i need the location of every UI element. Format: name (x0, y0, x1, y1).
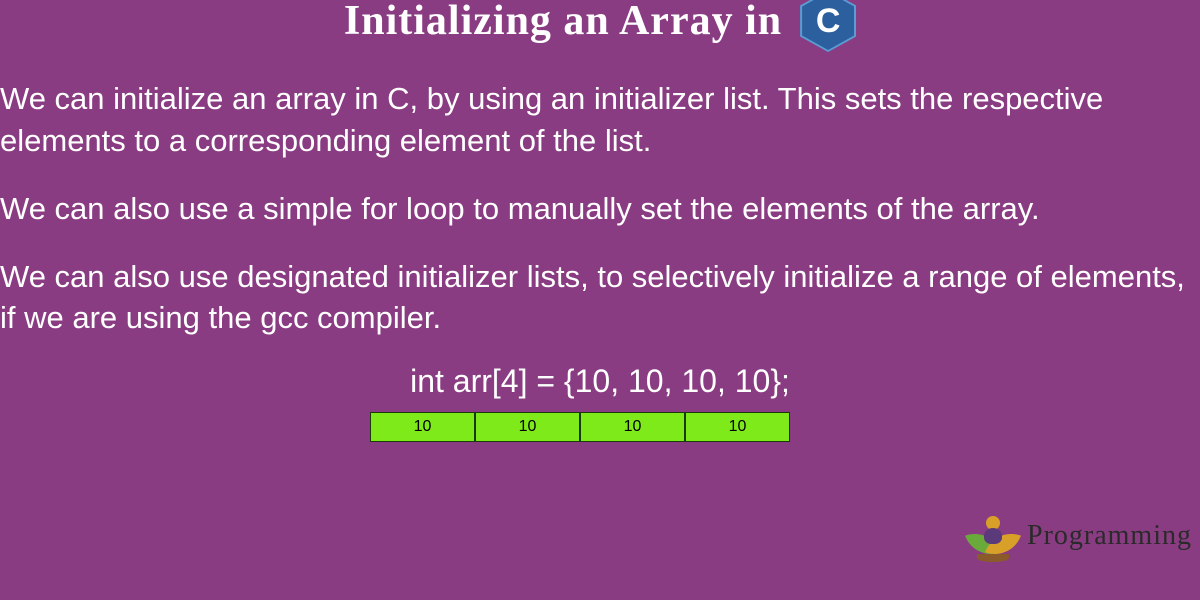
code-example: int arr[4] = {10, 10, 10, 10}; (0, 363, 1200, 400)
array-cell: 10 (370, 412, 475, 442)
title-row: Initializing an Array in C (0, 0, 1200, 52)
array-cell: 10 (475, 412, 580, 442)
c-hex-inner: C (802, 0, 854, 50)
page-title: Initializing an Array in (344, 0, 782, 45)
c-letter: C (816, 2, 841, 41)
intro-paragraph-2: We can also use a simple for loop to man… (0, 188, 1200, 230)
intro-paragraph-1: We can initialize an array in C, by usin… (0, 78, 1200, 162)
logo-icon (967, 510, 1019, 562)
logo-base-icon (977, 554, 1009, 562)
logo-body-icon (984, 528, 1002, 544)
array-cell: 10 (685, 412, 790, 442)
c-hex-icon: C (800, 0, 856, 52)
brand-logo: Programming (967, 510, 1192, 562)
logo-text: Programming (1027, 520, 1192, 552)
array-cell: 10 (580, 412, 685, 442)
intro-paragraph-3: We can also use designated initializer l… (0, 256, 1200, 340)
c-language-badge: C (800, 0, 856, 52)
array-visualization: 10 10 10 10 (0, 412, 1200, 442)
